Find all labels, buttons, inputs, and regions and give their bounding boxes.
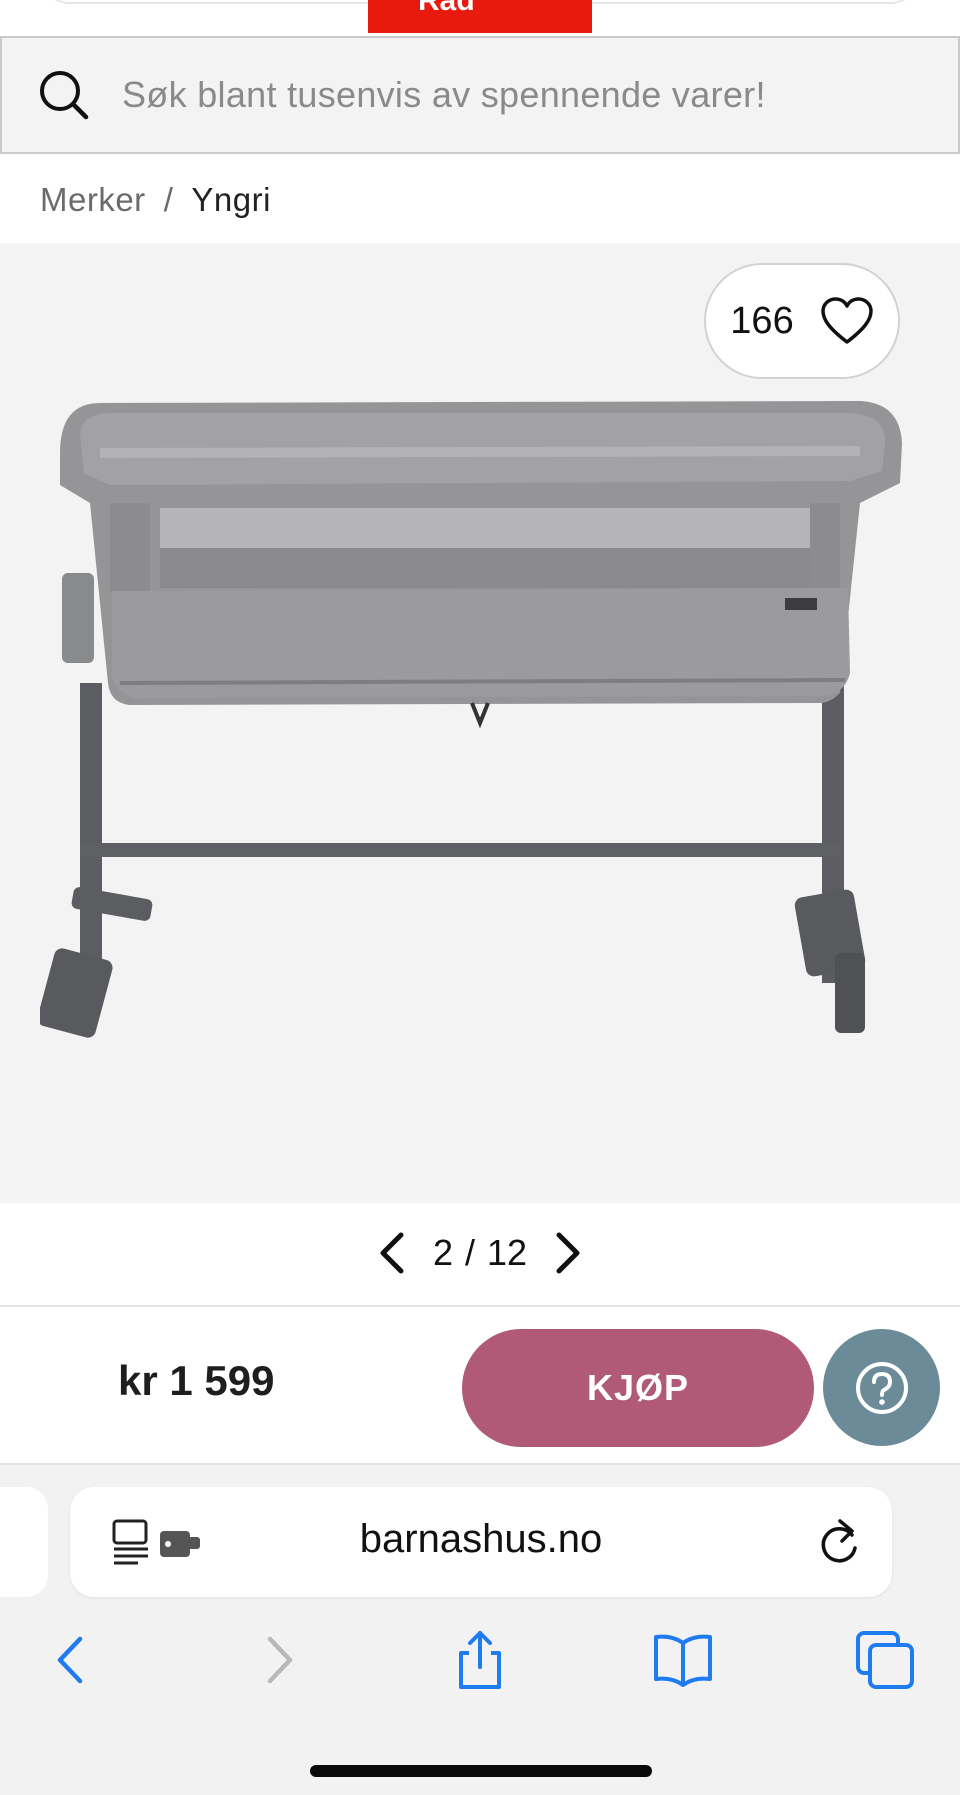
back-icon bbox=[57, 1636, 83, 1684]
breadcrumb-link-merker[interactable]: Merker bbox=[40, 181, 146, 219]
home-indicator[interactable] bbox=[310, 1765, 652, 1777]
forward-button[interactable] bbox=[244, 1625, 314, 1695]
image-counter: 2 / 12 bbox=[433, 1232, 527, 1274]
product-gallery[interactable]: 166 bbox=[0, 243, 960, 1203]
question-circle-icon bbox=[855, 1361, 908, 1414]
heart-icon bbox=[820, 297, 873, 344]
chevron-left-icon[interactable] bbox=[373, 1229, 413, 1277]
image-pager: 2 / 12 bbox=[0, 1203, 960, 1303]
favorite-count: 166 bbox=[730, 299, 794, 342]
browser-toolbar bbox=[0, 1625, 960, 1705]
breadcrumb-current: Yngri bbox=[191, 181, 271, 218]
share-icon bbox=[459, 1631, 501, 1689]
image-total: 12 bbox=[487, 1232, 528, 1273]
tabs-icon bbox=[856, 1631, 914, 1689]
header-banner[interactable]: Råd bbox=[368, 0, 592, 33]
buy-bar: kr 1 599 KJØP bbox=[0, 1305, 960, 1465]
breadcrumb-separator: / bbox=[163, 181, 174, 218]
chevron-right-icon[interactable] bbox=[547, 1229, 587, 1277]
address-bar[interactable]: barnashus.no bbox=[70, 1487, 892, 1597]
search-icon bbox=[40, 71, 89, 120]
help-button[interactable] bbox=[823, 1329, 940, 1446]
favorite-button[interactable]: 166 bbox=[704, 263, 900, 379]
reload-icon[interactable] bbox=[816, 1517, 862, 1567]
search-bar[interactable] bbox=[0, 36, 960, 154]
forward-icon bbox=[267, 1636, 293, 1684]
bassinet-product-image bbox=[40, 401, 902, 1038]
url-text: barnashus.no bbox=[359, 1517, 603, 1561]
share-button[interactable] bbox=[445, 1625, 515, 1695]
breadcrumb: Merker / Yngri bbox=[40, 178, 271, 222]
image-counter-separator: / bbox=[464, 1232, 475, 1273]
back-button[interactable] bbox=[36, 1625, 106, 1695]
previous-tab-preview[interactable] bbox=[0, 1487, 48, 1597]
tabs-button[interactable] bbox=[850, 1625, 920, 1695]
product-price: kr 1 599 bbox=[118, 1357, 275, 1404]
search-input[interactable] bbox=[122, 74, 938, 116]
browser-chrome: barnashus.no bbox=[0, 1465, 960, 1795]
bookmarks-button[interactable] bbox=[648, 1625, 718, 1695]
image-current: 2 bbox=[432, 1232, 453, 1273]
header-banner-label: Råd bbox=[418, 0, 475, 17]
buy-button[interactable]: KJØP bbox=[462, 1329, 814, 1447]
page: Råd Merker / Yngri 166 bbox=[0, 0, 960, 1795]
site-header: Råd bbox=[0, 0, 960, 36]
bookmarks-icon bbox=[654, 1634, 712, 1687]
